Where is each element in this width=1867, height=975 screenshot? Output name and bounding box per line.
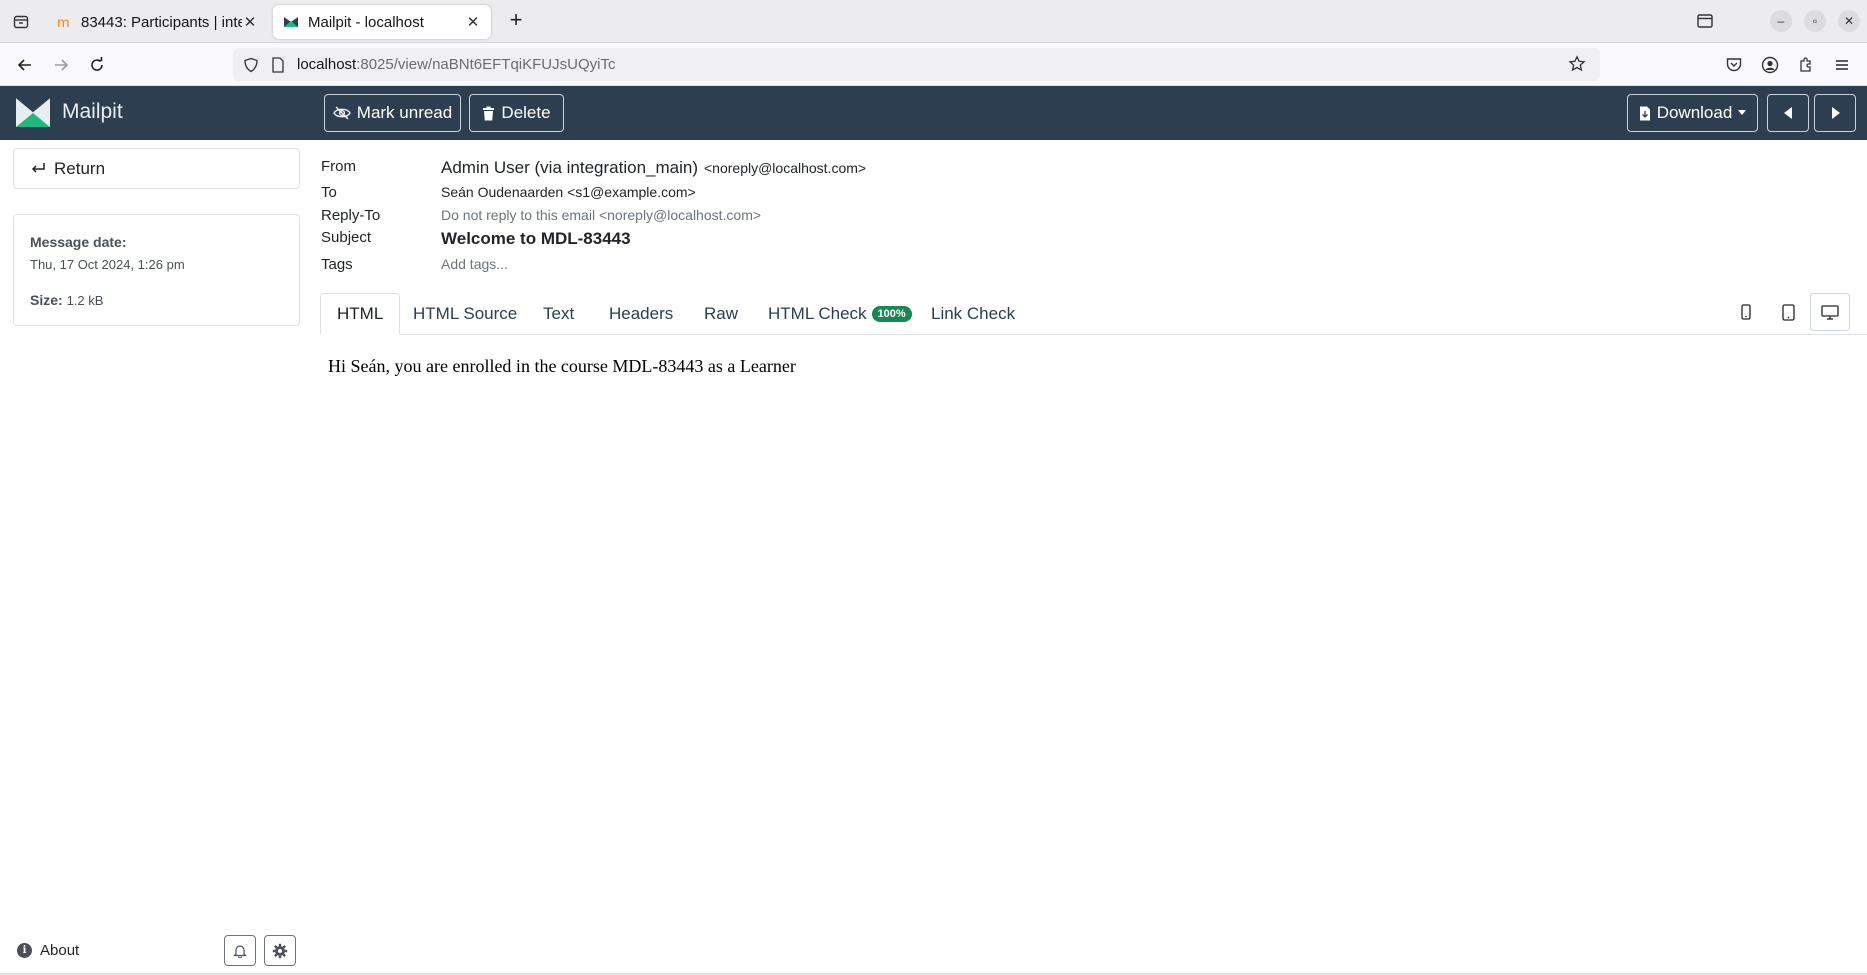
bell-icon xyxy=(233,945,247,958)
file-download-icon xyxy=(1639,106,1650,120)
tab-text[interactable]: Text xyxy=(543,293,574,335)
size-value: 1.2 kB xyxy=(66,293,104,308)
tags-input[interactable]: Add tags... xyxy=(441,256,508,273)
tracking-protection-icon[interactable] xyxy=(242,56,260,74)
to-row: To Seán Oudenaarden <s1@example.com> xyxy=(321,184,696,201)
message-view-tabs: HTML HTML Source Text Headers Raw HTML C… xyxy=(320,293,1867,335)
tab-title: 83443: Participants | inte xyxy=(81,13,242,31)
tab-title: Mailpit - localhost xyxy=(308,13,424,31)
caret-down-icon xyxy=(1738,110,1747,115)
minimize-icon[interactable]: – xyxy=(1770,10,1792,32)
from-name: Admin User (via integration_main) xyxy=(441,158,698,177)
return-arrow-icon xyxy=(31,162,45,173)
url-path: :8025/view/naBNt6EFTqiKFUJsUQyiTc xyxy=(356,56,616,73)
message-meta-card: Message date: Thu, 17 Oct 2024, 1:26 pm … xyxy=(13,214,300,326)
next-message-button[interactable] xyxy=(1814,94,1856,132)
desktop-view-button[interactable] xyxy=(1810,293,1850,331)
browser-tab-participants[interactable]: m 83443: Participants | inte ✕ xyxy=(46,5,268,39)
url-bar[interactable]: localhost:8025/view/naBNt6EFTqiKFUJsUQyi… xyxy=(233,48,1600,81)
mobile-view-button[interactable] xyxy=(1726,293,1766,331)
tab-close-icon[interactable]: ✕ xyxy=(242,13,258,31)
gear-icon xyxy=(272,943,288,958)
from-label: From xyxy=(321,158,356,175)
previous-message-button[interactable] xyxy=(1767,94,1809,132)
tags-row: Tags Add tags... xyxy=(321,256,508,273)
about-link[interactable]: i About xyxy=(17,942,79,959)
subject-row: Subject Welcome to MDL-83443 xyxy=(321,229,631,249)
from-value: Admin User (via integration_main) <norepl… xyxy=(441,158,866,178)
tablet-icon xyxy=(1781,303,1795,321)
html-check-score-badge: 100% xyxy=(871,306,912,322)
mark-unread-label: Mark unread xyxy=(356,103,453,122)
delete-label: Delete xyxy=(501,103,551,122)
account-icon[interactable] xyxy=(1758,53,1782,77)
moodle-favicon-icon: m xyxy=(57,16,70,30)
tab-html-source[interactable]: HTML Source xyxy=(413,293,517,335)
mark-unread-button[interactable]: Mark unread xyxy=(324,94,461,132)
download-button[interactable]: Download xyxy=(1627,94,1758,132)
reply-to-label: Reply-To xyxy=(321,207,381,224)
info-icon: i xyxy=(17,943,32,958)
tab-headers[interactable]: Headers xyxy=(609,293,673,335)
from-row: From Admin User (via integration_main) <n… xyxy=(321,158,866,178)
return-button[interactable]: Return xyxy=(13,148,300,189)
tags-label: Tags xyxy=(321,256,353,273)
pocket-icon[interactable] xyxy=(1722,53,1746,77)
browser-tab-bar: m 83443: Participants | inte ✕ Mailpit -… xyxy=(0,0,1867,43)
message-size: Size: 1.2 kB xyxy=(30,292,103,308)
trash-icon xyxy=(483,106,495,120)
tab-link-check[interactable]: Link Check xyxy=(931,293,1015,335)
subject-label: Subject xyxy=(321,229,372,246)
to-value: Seán Oudenaarden <s1@example.com> xyxy=(441,184,696,200)
tablet-view-button[interactable] xyxy=(1768,293,1808,331)
return-label: Return xyxy=(54,158,106,178)
browser-view-icon[interactable] xyxy=(1694,10,1716,32)
download-label: Download xyxy=(1656,103,1733,122)
url-host: localhost xyxy=(297,56,357,73)
notifications-button[interactable] xyxy=(224,935,256,966)
settings-button[interactable] xyxy=(264,935,296,966)
new-tab-icon[interactable]: + xyxy=(505,9,527,32)
to-label: To xyxy=(321,184,337,201)
browser-tab-mailpit[interactable]: Mailpit - localhost ✕ xyxy=(273,5,491,39)
message-date: Thu, 17 Oct 2024, 1:26 pm xyxy=(30,257,185,272)
tab-html-check[interactable]: HTML Check 100% xyxy=(768,293,912,335)
html-check-label: HTML Check xyxy=(768,304,867,323)
size-label: Size: xyxy=(30,292,63,308)
app-name: Mailpit xyxy=(62,100,123,123)
message-body-text: Hi Seán, you are enrolled in the course … xyxy=(328,356,796,376)
mailpit-logo[interactable]: Mailpit xyxy=(14,93,123,131)
extensions-icon[interactable] xyxy=(1794,53,1818,77)
mailpit-favicon-icon xyxy=(284,17,298,27)
delete-button[interactable]: Delete xyxy=(469,94,564,132)
message-date-label: Message date: xyxy=(30,234,127,250)
reply-to-value: Do not reply to this email <noreply@loca… xyxy=(441,207,762,223)
tab-list-icon[interactable] xyxy=(10,11,32,33)
restore-icon[interactable]: ▫ xyxy=(1804,10,1826,32)
desktop-icon xyxy=(1821,304,1839,320)
window-close-icon[interactable]: ✕ xyxy=(1838,10,1860,32)
svg-text:m: m xyxy=(57,16,70,30)
caret-left-icon xyxy=(1783,107,1792,119)
tab-close-icon[interactable]: ✕ xyxy=(465,13,481,31)
caret-right-icon xyxy=(1831,107,1840,119)
reload-icon[interactable] xyxy=(85,53,109,77)
menu-icon[interactable] xyxy=(1830,53,1854,77)
eye-slash-icon xyxy=(333,106,351,120)
bookmark-star-icon[interactable] xyxy=(1568,55,1586,77)
subject-value: Welcome to MDL-83443 xyxy=(441,229,631,248)
reply-to-row: Reply-To Do not reply to this email <nor… xyxy=(321,207,761,224)
back-icon[interactable] xyxy=(13,53,37,77)
forward-icon[interactable] xyxy=(49,53,73,77)
page-info-icon[interactable] xyxy=(269,56,287,74)
app-header: Mailpit Mark unread Delete Download xyxy=(0,86,1867,140)
from-email: <noreply@localhost.com> xyxy=(704,160,867,176)
mailpit-logo-icon xyxy=(15,96,51,127)
tab-html[interactable]: HTML xyxy=(320,293,401,335)
tab-raw[interactable]: Raw xyxy=(704,293,738,335)
browser-nav-bar: localhost:8025/view/naBNt6EFTqiKFUJsUQyi… xyxy=(0,43,1867,86)
phone-icon xyxy=(1741,304,1751,320)
about-label: About xyxy=(40,942,80,959)
